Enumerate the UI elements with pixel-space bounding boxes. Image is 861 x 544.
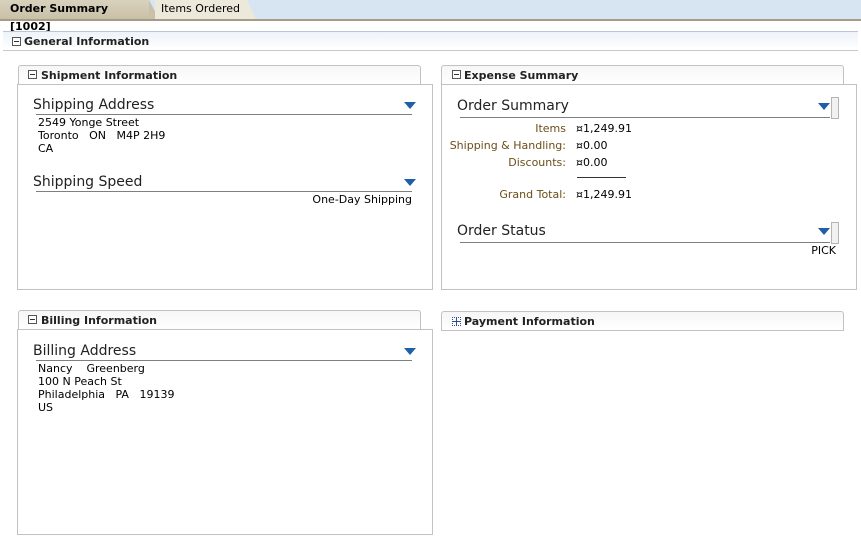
address-line: Toronto ON M4P 2H9: [38, 129, 166, 142]
payment-panel-title: Payment Information: [464, 315, 595, 328]
general-information-title: General Information: [24, 35, 150, 48]
order-status-title: Order Status: [457, 223, 546, 239]
dropdown-arrow-icon[interactable]: [404, 348, 416, 355]
scroll-handle[interactable]: [831, 222, 839, 244]
tab-items-ordered[interactable]: Items Ordered: [155, 0, 256, 19]
order-summary-title: Order Summary: [457, 98, 569, 114]
address-line: 100 N Peach St: [38, 375, 122, 388]
collapse-icon[interactable]: [28, 315, 37, 324]
divider: [460, 242, 830, 243]
payment-panel-header[interactable]: Payment Information: [441, 311, 844, 331]
scroll-handle[interactable]: [831, 97, 839, 119]
billing-address-title: Billing Address: [33, 343, 137, 359]
shipping-address-title: Shipping Address: [33, 97, 155, 113]
dropdown-arrow-icon[interactable]: [818, 228, 830, 235]
collapse-icon[interactable]: [28, 70, 37, 79]
shipping-speed-title: Shipping Speed: [33, 174, 143, 190]
divider: [36, 191, 412, 192]
collapse-icon[interactable]: [12, 37, 21, 46]
subtotal-rule: [577, 177, 626, 178]
expense-panel-title: Expense Summary: [464, 69, 579, 82]
grand-total-label: Grand Total:: [499, 188, 566, 201]
shipment-panel-title: Shipment Information: [41, 69, 178, 82]
general-information-header[interactable]: General Information: [3, 31, 858, 51]
grand-total-value: ¤1,249.91: [576, 188, 632, 201]
tab-strip: Order Summary [1002] Items Ordered: [0, 0, 861, 33]
discounts-label: Discounts:: [508, 156, 566, 169]
expense-panel: Order Summary Items ¤1,249.91 Shipping &…: [441, 84, 857, 290]
billing-panel: Billing Address Nancy Greenberg 100 N Pe…: [17, 329, 433, 535]
divider: [460, 117, 830, 118]
dropdown-arrow-icon[interactable]: [404, 179, 416, 186]
dropdown-arrow-icon[interactable]: [404, 102, 416, 109]
address-line: Nancy Greenberg: [38, 362, 145, 375]
expand-icon[interactable]: [452, 317, 461, 326]
shipping-speed-value: One-Day Shipping: [312, 193, 412, 206]
dropdown-arrow-icon[interactable]: [818, 103, 830, 110]
expense-panel-header[interactable]: Expense Summary: [441, 65, 844, 85]
billing-panel-title: Billing Information: [41, 314, 157, 327]
tab-order-summary[interactable]: Order Summary [1002]: [0, 0, 159, 33]
items-value: ¤1,249.91: [576, 122, 632, 135]
divider: [36, 114, 412, 115]
collapse-icon[interactable]: [452, 70, 461, 79]
shipping-handling-value: ¤0.00: [576, 139, 608, 152]
divider: [36, 360, 412, 361]
order-status-value: PICK: [811, 244, 836, 257]
items-label: Items: [535, 122, 566, 135]
billing-panel-header[interactable]: Billing Information: [18, 310, 421, 330]
shipment-panel: Shipping Address 2549 Yonge Street Toron…: [17, 84, 433, 290]
address-line: CA: [38, 142, 54, 155]
shipping-handling-label: Shipping & Handling:: [449, 139, 566, 152]
address-line: Philadelphia PA 19139: [38, 388, 175, 401]
address-line: US: [38, 401, 54, 414]
shipment-panel-header[interactable]: Shipment Information: [18, 65, 421, 85]
discounts-value: ¤0.00: [576, 156, 608, 169]
address-line: 2549 Yonge Street: [38, 116, 140, 129]
